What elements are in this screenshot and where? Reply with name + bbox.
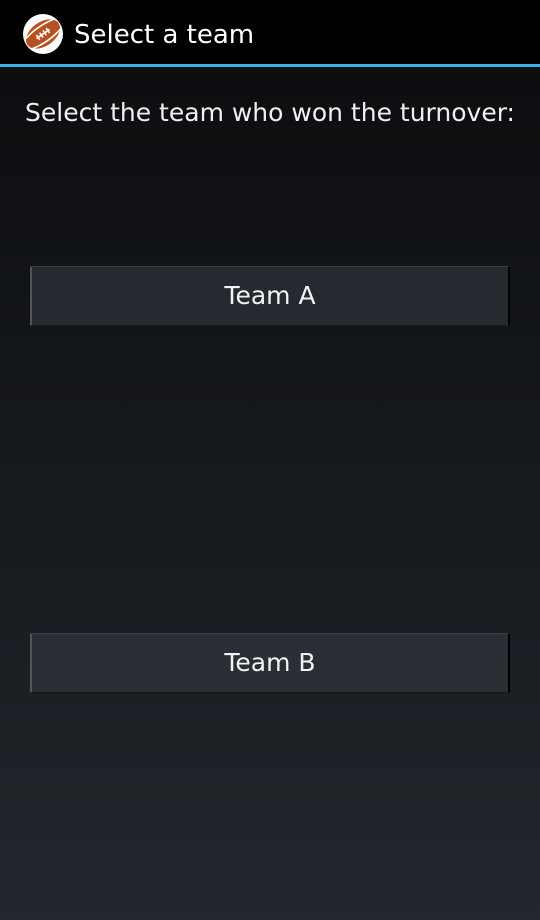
team-a-button[interactable]: Team A bbox=[30, 266, 510, 326]
prompt-text: Select the team who won the turnover: bbox=[25, 98, 515, 127]
american-football-icon bbox=[22, 13, 64, 55]
action-bar: Select a team bbox=[0, 0, 540, 67]
page-title: Select a team bbox=[74, 20, 255, 50]
team-b-button[interactable]: Team B bbox=[30, 633, 510, 693]
